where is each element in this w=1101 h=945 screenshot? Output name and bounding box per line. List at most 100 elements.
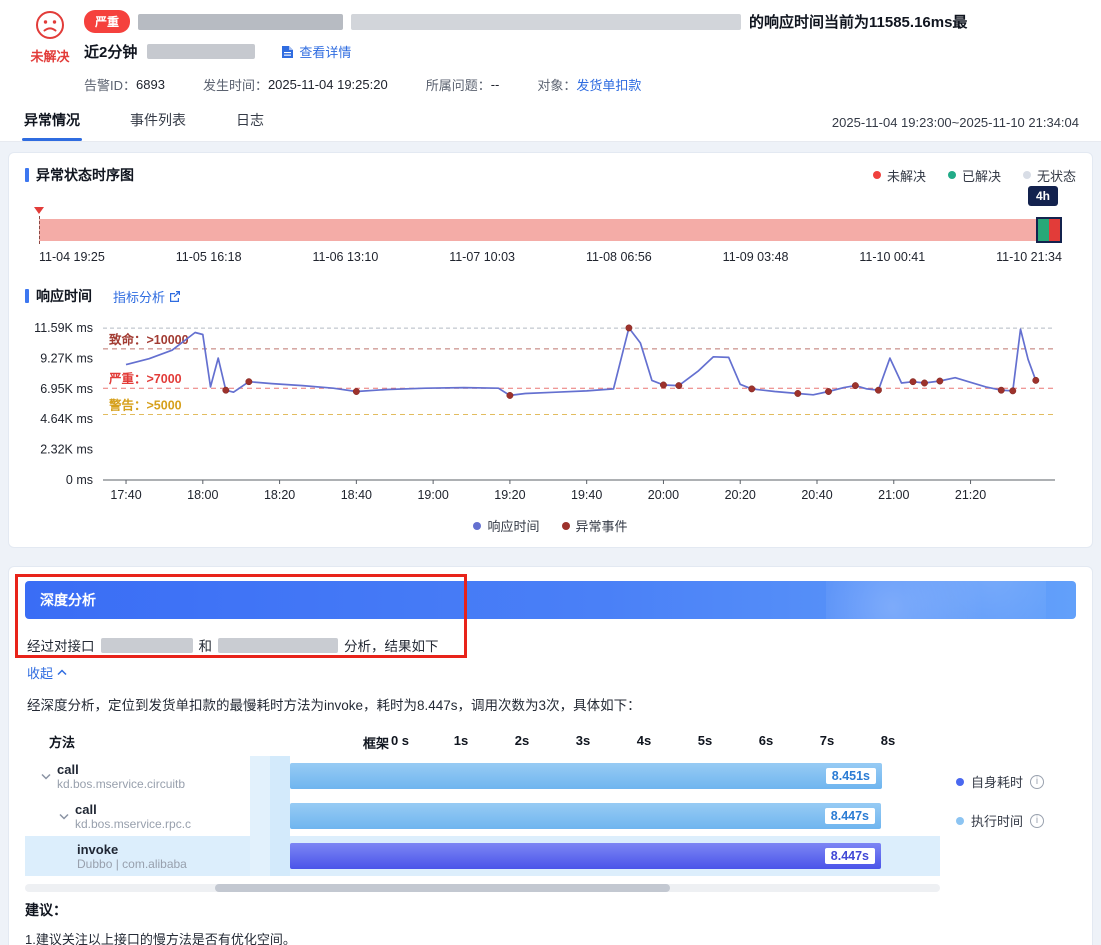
timeline-axis-label: 11-06 13:10 xyxy=(312,250,378,264)
legend-label: 自身耗时 xyxy=(971,772,1023,791)
page: 未解决 严重 的响应时间当前为11585.16ms最 近2分钟 xyxy=(0,0,1101,945)
flame-axis-tick: 5s xyxy=(698,733,712,748)
legend-item[interactable]: 无状态 xyxy=(1023,166,1076,185)
tab-logs[interactable]: 日志 xyxy=(234,102,266,141)
unresolved-segment xyxy=(1049,219,1060,241)
indent-guide xyxy=(250,836,290,876)
problem-label: 所属问题： xyxy=(426,75,491,94)
flame-header: 方法 框架 0 s1s2s3s4s5s6s7s8s xyxy=(25,726,940,756)
duration-bar[interactable]: 8.447s xyxy=(290,843,881,869)
severity-badge: 严重 xyxy=(84,10,130,33)
response-section-title: 响应时间 指标分析 xyxy=(25,286,181,306)
anomaly-point[interactable] xyxy=(246,378,252,384)
flame-row[interactable]: callkd.bos.mservice.rpc.c 8.447s xyxy=(25,796,940,836)
legend-item[interactable]: 响应时间 xyxy=(473,516,539,535)
y-tick-label: 6.95K ms xyxy=(40,382,93,396)
chevron-down-icon[interactable] xyxy=(59,813,69,820)
anomaly-point[interactable] xyxy=(852,382,858,388)
anomaly-point[interactable] xyxy=(749,386,755,392)
status-timeline-bar[interactable]: 4h xyxy=(39,219,1062,241)
chevron-up-icon xyxy=(57,669,67,676)
anomaly-point[interactable] xyxy=(921,380,927,386)
tab-event-list[interactable]: 事件列表 xyxy=(128,102,188,141)
tab-exception[interactable]: 异常情况 xyxy=(22,102,82,141)
flame-axis-tick: 1s xyxy=(454,733,468,748)
y-tick-label: 2.32K ms xyxy=(40,443,93,457)
anomaly-point[interactable] xyxy=(660,382,666,388)
duration-label: 8.451s xyxy=(826,768,876,784)
legend-item[interactable]: 已解决 xyxy=(948,166,1001,185)
legend-label: 响应时间 xyxy=(487,516,539,535)
legend-item[interactable]: 异常事件 xyxy=(562,516,628,535)
anomaly-point[interactable] xyxy=(626,325,632,331)
anomaly-point[interactable] xyxy=(223,387,229,393)
anomaly-point[interactable] xyxy=(937,378,943,384)
y-tick-label: 0 ms xyxy=(66,473,93,487)
timeline-axis-label: 11-10 00:41 xyxy=(859,250,925,264)
info-icon[interactable]: i xyxy=(1030,814,1044,828)
deep-analysis-header: 深度分析 xyxy=(25,581,1076,619)
chevron-down-icon[interactable] xyxy=(41,773,51,780)
response-chart-legend: 响应时间 异常事件 xyxy=(25,516,1076,535)
anomaly-point[interactable] xyxy=(875,387,881,393)
anomaly-point[interactable] xyxy=(1010,388,1016,394)
metric-analysis-link[interactable]: 指标分析 xyxy=(113,287,181,306)
method-framework: Dubbo | com.alibaba xyxy=(77,857,187,871)
unresolved-face-icon xyxy=(35,10,65,40)
selection-window[interactable] xyxy=(1036,217,1062,243)
alert-header: 未解决 严重 的响应时间当前为11585.16ms最 近2分钟 xyxy=(0,0,1101,102)
method-name: call xyxy=(75,802,191,817)
legend-dot xyxy=(956,817,964,825)
method-framework: kd.bos.mservice.rpc.c xyxy=(75,817,191,831)
legend-item[interactable]: 执行时间i xyxy=(956,811,1076,830)
object-link[interactable]: 发货单扣款 xyxy=(576,75,641,94)
flame-axis-tick: 6s xyxy=(759,733,773,748)
suggestion-item: 1.建议关注以上接口的慢方法是否有优化空间。 xyxy=(25,929,1076,945)
x-tick-label: 19:20 xyxy=(494,488,525,502)
threshold-label: 警告：>5000 xyxy=(108,397,182,412)
anomaly-point[interactable] xyxy=(676,382,682,388)
anomaly-point[interactable] xyxy=(1033,377,1039,383)
anomaly-point[interactable] xyxy=(353,388,359,394)
legend-label: 未解决 xyxy=(887,166,926,185)
legend-dot xyxy=(956,778,964,786)
timeline-axis-label: 11-10 21:34 xyxy=(996,250,1062,264)
document-icon xyxy=(281,45,294,59)
x-tick-label: 19:00 xyxy=(417,488,448,502)
duration-label: 8.447s xyxy=(825,808,875,824)
alert-title-suffix: 的响应时间当前为11585.16ms最 xyxy=(749,11,967,32)
response-time-line xyxy=(126,328,1036,396)
collapse-link[interactable]: 收起 xyxy=(27,663,67,682)
redacted-text xyxy=(147,44,255,59)
view-detail-link[interactable]: 查看详情 xyxy=(281,42,351,61)
method-framework: kd.bos.mservice.circuitb xyxy=(57,777,185,791)
horizontal-scrollbar[interactable] xyxy=(25,884,940,892)
anomaly-point[interactable] xyxy=(998,387,1004,393)
redacted-text xyxy=(101,638,193,653)
anomaly-point[interactable] xyxy=(825,388,831,394)
legend-label: 异常事件 xyxy=(576,516,628,535)
flame-row[interactable]: invokeDubbo | com.alibaba8.447s xyxy=(25,836,940,876)
duration-bar[interactable]: 8.447s xyxy=(290,803,881,829)
anomaly-point[interactable] xyxy=(795,390,801,396)
occur-time-value: 2025-11-04 19:25:20 xyxy=(268,77,388,92)
legend-item[interactable]: 未解决 xyxy=(873,166,926,185)
redacted-text xyxy=(218,638,338,653)
x-tick-label: 17:40 xyxy=(110,488,141,502)
flame-row[interactable]: callkd.bos.mservice.circuitb8.451s xyxy=(25,756,940,796)
exception-card: 异常状态时序图 未解决已解决无状态 4h 11-04 19:2511-05 16… xyxy=(8,152,1093,548)
x-tick-label: 20:00 xyxy=(648,488,679,502)
duration-bar[interactable]: 8.451s xyxy=(290,763,882,789)
anomaly-point[interactable] xyxy=(910,378,916,384)
resolved-segment xyxy=(1038,219,1049,241)
scrollbar-thumb[interactable] xyxy=(215,884,670,892)
anomaly-point[interactable] xyxy=(507,392,513,398)
window-tooltip: 4h xyxy=(1028,186,1058,206)
status-timeline[interactable]: 4h 11-04 19:2511-05 16:1811-06 13:1011-0… xyxy=(39,219,1062,264)
title-accent-bar xyxy=(25,289,29,303)
response-time-chart[interactable]: 致命：>10000严重：>7000警告：>500017:4018:0018:20… xyxy=(25,308,1070,516)
legend-item[interactable]: 自身耗时 i xyxy=(956,772,1076,791)
info-icon[interactable]: i xyxy=(1030,775,1044,789)
y-tick-label: 11.59K ms xyxy=(34,321,93,335)
flame-legend: 自身耗时i执行时间i xyxy=(940,726,1076,892)
